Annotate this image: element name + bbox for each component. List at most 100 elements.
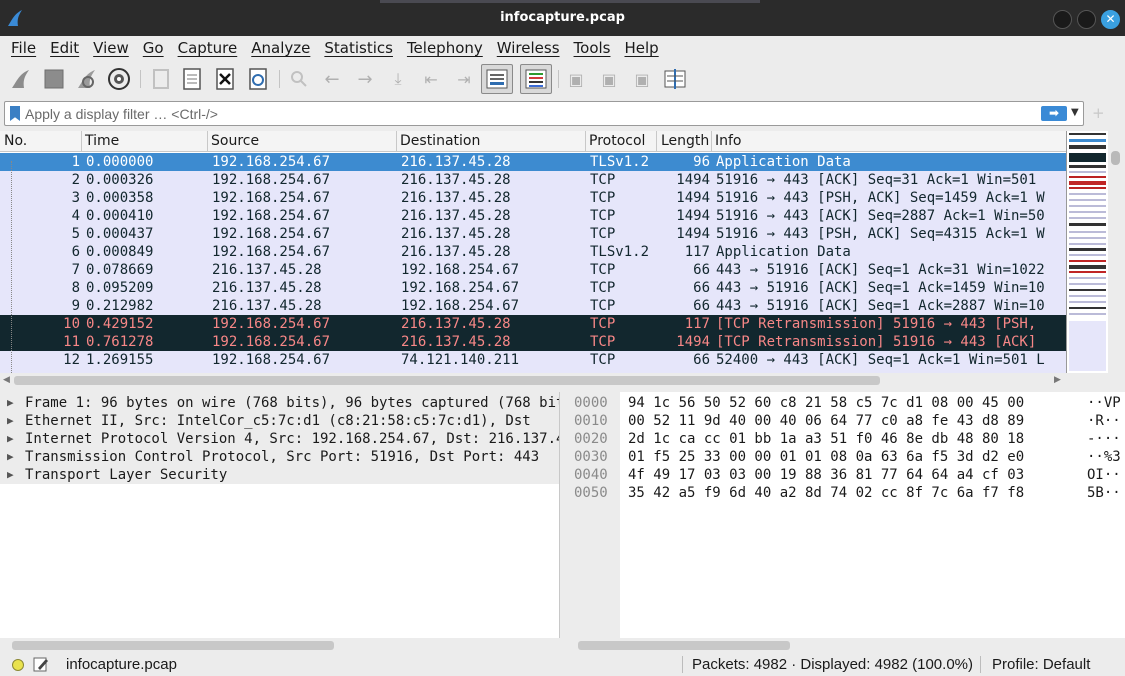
byte-hex[interactable]: 35 42 a5 f9 6d 40 a2 8d 74 02 cc 8f 7c 6…	[628, 484, 1024, 502]
start-capture-button[interactable]	[8, 66, 34, 92]
menu-capture[interactable]: Capture	[171, 39, 245, 57]
go-to-packet-button[interactable]: ⤓	[385, 66, 411, 92]
column-header-time[interactable]: Time	[85, 133, 119, 152]
status-profile[interactable]: Profile: Default	[992, 656, 1090, 673]
packet-row[interactable]: 6 0.000849 192.168.254.67 216.137.45.28 …	[0, 243, 1066, 261]
go-back-button[interactable]: ←	[319, 66, 345, 92]
packet-row[interactable]: 9 0.212982 216.137.45.28 192.168.254.67 …	[0, 297, 1066, 315]
find-packet-button[interactable]	[286, 66, 312, 92]
menu-edit[interactable]: Edit	[43, 39, 86, 57]
minimize-button[interactable]	[1053, 10, 1072, 29]
expand-arrow-icon[interactable]: ▶	[7, 430, 14, 448]
expert-info-indicator-icon[interactable]	[12, 659, 24, 671]
add-filter-button[interactable]: +	[1092, 104, 1105, 122]
capture-options-button[interactable]	[106, 66, 132, 92]
bytes-row[interactable]: 0010 00 52 11 9d 40 00 40 06 64 77 c0 a8…	[566, 412, 1125, 430]
column-divider[interactable]	[656, 131, 657, 152]
packet-row[interactable]: 3 0.000358 192.168.254.67 216.137.45.28 …	[0, 189, 1066, 207]
menu-file[interactable]: File	[4, 39, 43, 57]
packet-row[interactable]: 11 0.761278 192.168.254.67 216.137.45.28…	[0, 333, 1066, 351]
scrollbar-thumb[interactable]	[1111, 151, 1120, 165]
scroll-left-icon[interactable]: ◀	[3, 375, 10, 385]
save-file-button[interactable]	[179, 66, 205, 92]
detail-tree-item[interactable]: ▶ Ethernet II, Src: IntelCor_c5:7c:d1 (c…	[0, 412, 559, 430]
filter-history-dropdown[interactable]: ▼	[1071, 105, 1083, 121]
scrollbar-thumb[interactable]	[578, 641, 790, 650]
packet-row[interactable]: 10 0.429152 192.168.254.67 216.137.45.28…	[0, 315, 1066, 333]
menu-view[interactable]: View	[86, 39, 136, 57]
stop-capture-button[interactable]	[41, 66, 67, 92]
expand-arrow-icon[interactable]: ▶	[7, 466, 14, 484]
column-header-length[interactable]: Length	[661, 133, 709, 152]
menu-telephony[interactable]: Telephony	[400, 39, 490, 57]
scroll-right-icon[interactable]: ▶	[1054, 375, 1061, 385]
menu-go[interactable]: Go	[136, 39, 171, 57]
reload-file-button[interactable]	[245, 66, 271, 92]
restart-capture-button[interactable]	[74, 66, 100, 92]
byte-ascii[interactable]: ··VP	[1087, 394, 1121, 412]
detail-tree-item[interactable]: ▶ Transport Layer Security	[0, 466, 559, 484]
detail-tree-item[interactable]: ▶ Transmission Control Protocol, Src Por…	[0, 448, 559, 466]
menu-tools[interactable]: Tools	[567, 39, 618, 57]
column-header-destination[interactable]: Destination	[400, 133, 480, 152]
byte-hex[interactable]: 4f 49 17 03 03 00 19 88 36 81 77 64 64 a…	[628, 466, 1024, 484]
column-divider[interactable]	[711, 131, 712, 152]
column-divider[interactable]	[396, 131, 397, 152]
menu-analyze[interactable]: Analyze	[244, 39, 317, 57]
packet-row[interactable]: 4 0.000410 192.168.254.67 216.137.45.28 …	[0, 207, 1066, 225]
packet-row[interactable]: 8 0.095209 216.137.45.28 192.168.254.67 …	[0, 279, 1066, 297]
packet-list-horizontal-scrollbar[interactable]: ◀ ▶	[0, 373, 1125, 387]
expand-arrow-icon[interactable]: ▶	[7, 412, 14, 430]
column-header-info[interactable]: Info	[715, 133, 742, 152]
byte-ascii[interactable]: -···	[1087, 430, 1121, 448]
close-button[interactable]: ✕	[1101, 10, 1120, 29]
bytes-row[interactable]: 0000 94 1c 56 50 52 60 c8 21 58 c5 7c d1…	[566, 394, 1125, 412]
byte-hex[interactable]: 01 f5 25 33 00 00 01 01 08 0a 63 6a f5 3…	[628, 448, 1024, 466]
packet-row[interactable]: 2 0.000326 192.168.254.67 216.137.45.28 …	[0, 171, 1066, 189]
expand-arrow-icon[interactable]: ▶	[7, 394, 14, 412]
packet-list-vertical-scrollbar[interactable]	[1108, 131, 1125, 373]
apply-filter-button[interactable]: ➡	[1041, 106, 1067, 121]
column-header-source[interactable]: Source	[211, 133, 259, 152]
byte-ascii[interactable]: ··%3	[1087, 448, 1121, 466]
bytes-row[interactable]: 0030 01 f5 25 33 00 00 01 01 08 0a 63 6a…	[566, 448, 1125, 466]
close-file-button[interactable]	[212, 66, 238, 92]
column-header-protocol[interactable]: Protocol	[589, 133, 645, 152]
packet-minimap[interactable]	[1066, 131, 1106, 373]
bookmark-icon[interactable]	[10, 106, 20, 121]
colorize-button[interactable]	[520, 64, 552, 94]
detail-tree-item[interactable]: ▶ Internet Protocol Version 4, Src: 192.…	[0, 430, 559, 448]
byte-hex[interactable]: 94 1c 56 50 52 60 c8 21 58 c5 7c d1 08 0…	[628, 394, 1024, 412]
menu-help[interactable]: Help	[617, 39, 665, 57]
normal-size-button[interactable]: ▣	[629, 66, 655, 92]
byte-hex[interactable]: 00 52 11 9d 40 00 40 06 64 77 c0 a8 fe 4…	[628, 412, 1024, 430]
menu-wireless[interactable]: Wireless	[490, 39, 567, 57]
go-forward-button[interactable]: →	[352, 66, 378, 92]
display-filter-input[interactable]	[25, 104, 1025, 123]
open-file-button[interactable]	[148, 66, 174, 92]
byte-ascii[interactable]: ·R··	[1087, 412, 1121, 430]
scrollbar-thumb[interactable]	[14, 376, 880, 385]
byte-hex[interactable]: 2d 1c ca cc 01 bb 1a a3 51 f0 46 8e db 4…	[628, 430, 1024, 448]
packet-row[interactable]: 5 0.000437 192.168.254.67 216.137.45.28 …	[0, 225, 1066, 243]
column-divider[interactable]	[207, 131, 208, 152]
details-horizontal-scrollbar[interactable]	[0, 638, 560, 652]
bytes-row[interactable]: 0020 2d 1c ca cc 01 bb 1a a3 51 f0 46 8e…	[566, 430, 1125, 448]
capture-comment-icon[interactable]	[33, 656, 49, 672]
packet-row[interactable]: 1 0.000000 192.168.254.67 216.137.45.28 …	[0, 153, 1066, 171]
resize-columns-button[interactable]	[662, 66, 688, 92]
detail-tree-item[interactable]: ▶ Frame 1: 96 bytes on wire (768 bits), …	[0, 394, 559, 412]
bytes-row[interactable]: 0040 4f 49 17 03 03 00 19 88 36 81 77 64…	[566, 466, 1125, 484]
zoom-out-button[interactable]: ▣	[596, 66, 622, 92]
last-packet-button[interactable]: ⇥	[451, 66, 477, 92]
first-packet-button[interactable]: ⇤	[418, 66, 444, 92]
bytes-row[interactable]: 0050 35 42 a5 f9 6d 40 a2 8d 74 02 cc 8f…	[566, 484, 1125, 502]
byte-ascii[interactable]: 5B··	[1087, 484, 1121, 502]
packet-row[interactable]: 7 0.078669 216.137.45.28 192.168.254.67 …	[0, 261, 1066, 279]
column-divider[interactable]	[585, 131, 586, 152]
menu-statistics[interactable]: Statistics	[317, 39, 400, 57]
byte-ascii[interactable]: OI··	[1087, 466, 1121, 484]
packet-row[interactable]: 12 1.269155 192.168.254.67 74.121.140.21…	[0, 351, 1066, 369]
zoom-in-button[interactable]: ▣	[563, 66, 589, 92]
column-divider[interactable]	[81, 131, 82, 152]
